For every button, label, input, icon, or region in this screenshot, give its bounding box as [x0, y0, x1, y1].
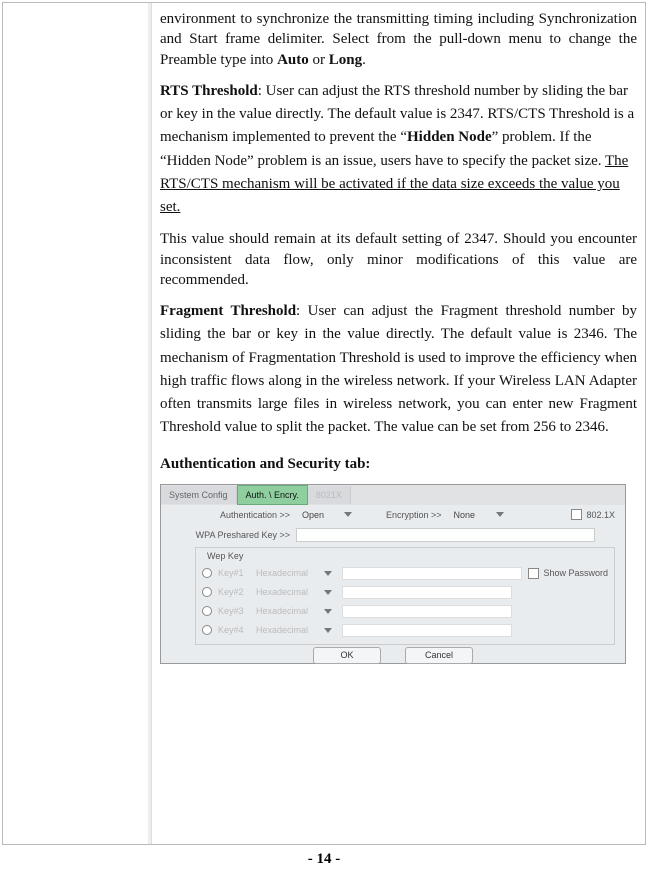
encryption-label: Encryption >>	[386, 509, 448, 521]
wep-label-1: Key#1	[218, 567, 256, 579]
page-number: - 14 -	[0, 851, 648, 868]
8021x-label: 802.1X	[586, 509, 615, 521]
chevron-down-icon	[324, 590, 332, 595]
wep-row-3: Key#3 Hexadecimal	[202, 602, 608, 621]
wep-key-group: Wep Key Key#1 Hexadecimal Show Password …	[195, 547, 615, 645]
wep-label-2: Key#2	[218, 586, 256, 598]
chevron-down-icon	[496, 512, 504, 517]
rts-hidden-node: Hidden Node	[407, 129, 492, 145]
preamble-auto: Auto	[277, 52, 309, 68]
wep-format-dropdown-3[interactable]: Hexadecimal	[256, 605, 336, 617]
authentication-dropdown[interactable]: Open	[296, 507, 356, 522]
wpa-row: WPA Preshared Key >>	[161, 525, 625, 545]
show-password-checkbox[interactable]	[528, 568, 539, 579]
wep-label-3: Key#3	[218, 605, 256, 617]
rts-paragraph: RTS Threshold: User can adjust the RTS t…	[160, 80, 637, 220]
encryption-dropdown[interactable]: None	[448, 507, 508, 522]
show-password-label: Show Password	[543, 567, 608, 579]
rts-note: This value should remain at its default …	[160, 229, 637, 290]
wep-key-input-1[interactable]	[342, 567, 522, 580]
fragment-paragraph: Fragment Threshold: User can adjust the …	[160, 300, 637, 440]
chevron-down-icon	[324, 628, 332, 633]
chevron-down-icon	[344, 512, 352, 517]
chevron-down-icon	[324, 609, 332, 614]
preamble-or: or	[309, 52, 329, 68]
wep-format-4: Hexadecimal	[256, 624, 308, 636]
wep-row-2: Key#2 Hexadecimal	[202, 583, 608, 602]
rts-label: RTS Threshold	[160, 83, 258, 99]
wep-format-1: Hexadecimal	[256, 567, 308, 579]
wep-radio-3[interactable]	[202, 606, 212, 616]
authentication-value: Open	[302, 509, 324, 521]
authentication-label: Authentication >>	[191, 509, 296, 521]
wep-row-1: Key#1 Hexadecimal Show Password	[202, 564, 608, 583]
wep-format-dropdown-1[interactable]: Hexadecimal	[256, 567, 336, 579]
preamble-long: Long	[329, 52, 362, 68]
chevron-down-icon	[324, 571, 332, 576]
auth-security-screenshot: System Config Auth. \ Encry. 8021X Authe…	[160, 484, 626, 664]
wep-row-4: Key#4 Hexadecimal	[202, 621, 608, 640]
wpa-preshared-label: WPA Preshared Key >>	[191, 529, 296, 541]
preamble-text-1: environment to synchronize the transmitt…	[160, 11, 637, 68]
left-column	[3, 3, 151, 844]
wep-format-dropdown-4[interactable]: Hexadecimal	[256, 624, 336, 636]
right-column: environment to synchronize the transmitt…	[151, 3, 645, 844]
8021x-checkbox[interactable]	[571, 509, 582, 520]
wep-radio-1[interactable]	[202, 568, 212, 578]
cancel-button[interactable]: Cancel	[405, 647, 473, 664]
wep-key-input-4[interactable]	[342, 624, 512, 637]
preamble-period: .	[362, 52, 366, 68]
wep-label-4: Key#4	[218, 624, 256, 636]
auth-row: Authentication >> Open Encryption >> Non…	[161, 505, 625, 525]
wep-format-2: Hexadecimal	[256, 586, 308, 598]
tab-system-config[interactable]: System Config	[161, 486, 237, 504]
button-row: OK Cancel	[161, 647, 625, 664]
wep-radio-4[interactable]	[202, 625, 212, 635]
fragment-label: Fragment Threshold	[160, 303, 296, 319]
wep-radio-2[interactable]	[202, 587, 212, 597]
content-frame: environment to synchronize the transmitt…	[2, 2, 646, 845]
fragment-text: : User can adjust the Fragment threshold…	[160, 303, 637, 435]
tab-auth-encry[interactable]: Auth. \ Encry.	[237, 485, 308, 505]
wep-key-title: Wep Key	[204, 550, 246, 562]
tab-8021x: 8021X	[308, 486, 351, 504]
wep-key-input-3[interactable]	[342, 605, 512, 618]
ok-button[interactable]: OK	[313, 647, 381, 664]
tab-bar: System Config Auth. \ Encry. 8021X	[161, 485, 625, 505]
encryption-value: None	[454, 509, 476, 521]
wep-format-dropdown-2[interactable]: Hexadecimal	[256, 586, 336, 598]
wep-key-input-2[interactable]	[342, 586, 512, 599]
wpa-preshared-input[interactable]	[296, 528, 595, 542]
wep-format-3: Hexadecimal	[256, 605, 308, 617]
auth-security-heading: Authentication and Security tab:	[160, 454, 637, 474]
preamble-paragraph: environment to synchronize the transmitt…	[160, 9, 637, 70]
